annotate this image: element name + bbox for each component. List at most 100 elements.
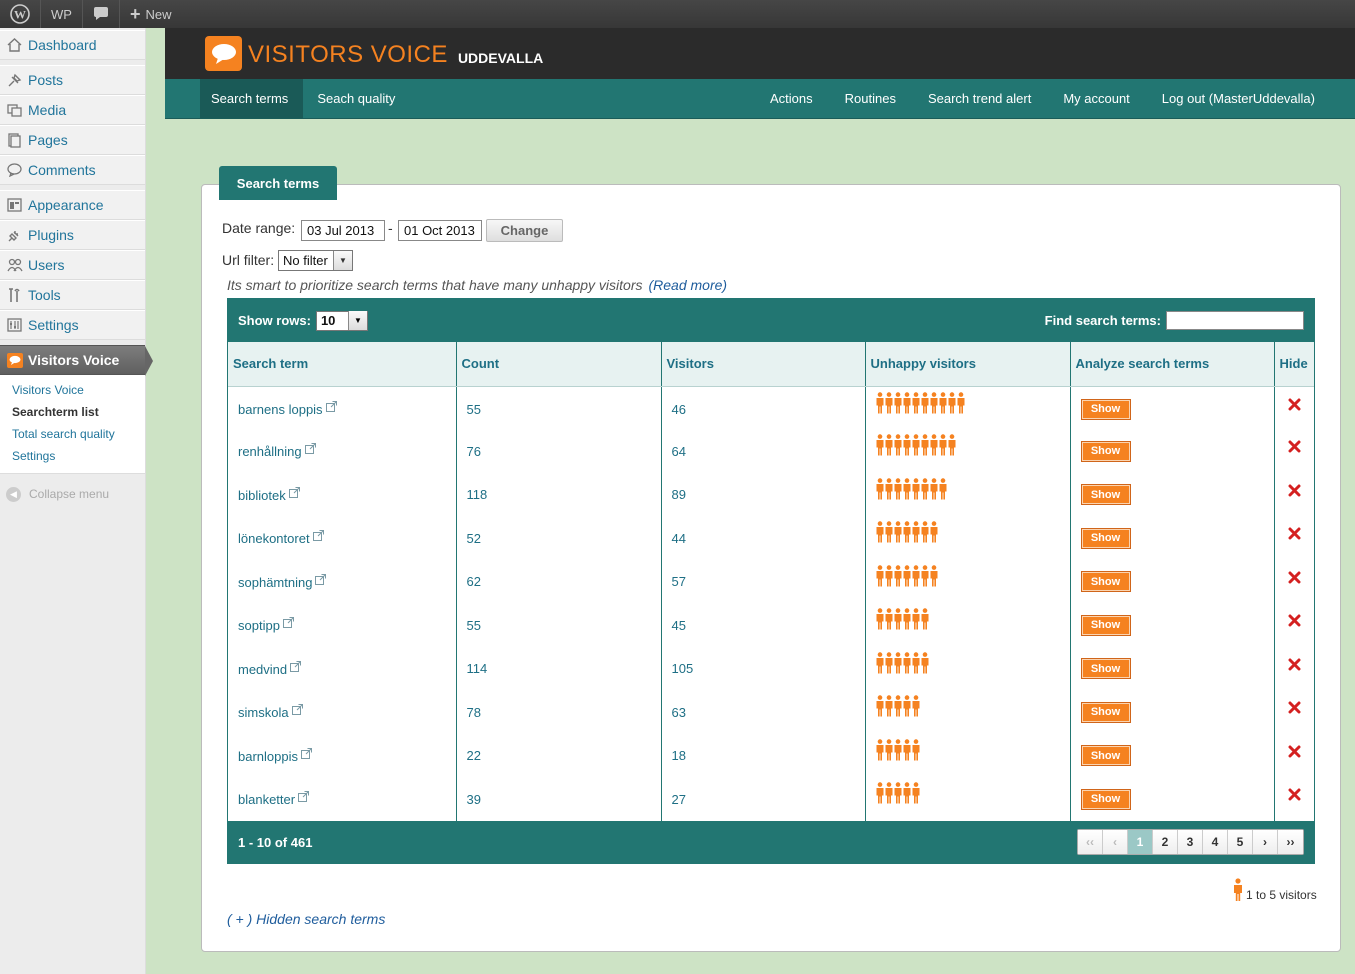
search-term[interactable]: lönekontoret	[238, 531, 310, 546]
sidebar-item-posts[interactable]: Posts	[0, 65, 145, 95]
page-button[interactable]: ›	[1253, 830, 1278, 854]
hide-cell[interactable]	[1274, 778, 1314, 822]
search-term-cell[interactable]: sophämtning	[228, 560, 457, 604]
plugin-nav: Search terms Seach quality Actions Routi…	[165, 79, 1355, 119]
sidebar-item-visitors-voice[interactable]: Visitors Voice	[0, 345, 153, 376]
nav-search-trend-alert[interactable]: Search trend alert	[912, 79, 1047, 118]
column-header-visitors[interactable]: Visitors	[661, 342, 866, 387]
hide-cell[interactable]	[1274, 473, 1314, 517]
legend-text: 1 to 5 visitors	[1246, 888, 1317, 902]
page-button[interactable]: ‹‹	[1078, 830, 1103, 854]
search-term-cell[interactable]: medvind	[228, 647, 457, 691]
nav-log-out[interactable]: Log out (MasterUddevalla)	[1146, 79, 1355, 118]
read-more-link[interactable]: (Read more)	[649, 277, 728, 293]
nav-routines[interactable]: Routines	[829, 79, 912, 118]
hide-cell[interactable]	[1274, 430, 1314, 474]
page-button[interactable]: 2	[1153, 830, 1178, 854]
close-icon	[1288, 398, 1301, 411]
collapse-menu-button[interactable]: ◀ Collapse menu	[0, 484, 145, 504]
search-term[interactable]: sophämtning	[238, 575, 312, 590]
show-button[interactable]: Show	[1080, 658, 1131, 680]
page-button[interactable]: ‹	[1103, 830, 1128, 854]
search-term-cell[interactable]: lönekontoret	[228, 516, 457, 560]
show-button[interactable]: Show	[1080, 527, 1131, 549]
show-button[interactable]: Show	[1080, 484, 1131, 506]
show-button[interactable]: Show	[1080, 745, 1131, 767]
column-header-unhappy-visitors[interactable]: Unhappy visitors	[865, 342, 1071, 387]
show-button[interactable]: Show	[1080, 571, 1131, 593]
column-header-search-term[interactable]: Search term	[228, 342, 457, 387]
table-row: barnens loppis 55 46 Show	[228, 386, 1314, 430]
search-term-cell[interactable]: barnloppis	[228, 734, 457, 778]
hide-cell[interactable]	[1274, 604, 1314, 648]
submenu-item-settings[interactable]: Settings	[0, 445, 145, 467]
search-term-cell[interactable]: renhållning	[228, 429, 457, 473]
show-button[interactable]: Show	[1080, 788, 1131, 810]
new-content-button[interactable]: + New	[120, 0, 182, 28]
sidebar-item-users[interactable]: Users	[0, 250, 145, 280]
url-filter-select[interactable]: No filter ▼	[278, 250, 353, 271]
show-rows-value: 10	[320, 313, 336, 328]
search-term[interactable]: barnens loppis	[238, 402, 323, 417]
date-to-input[interactable]: 01 Oct 2013	[398, 220, 482, 241]
sidebar-item-media[interactable]: Media	[0, 95, 145, 125]
search-term-cell[interactable]: soptipp	[228, 603, 457, 647]
comments-icon[interactable]	[83, 0, 120, 28]
search-term[interactable]: simskola	[238, 705, 289, 720]
show-button[interactable]: Show	[1080, 440, 1131, 462]
search-term[interactable]: blanketter	[238, 792, 295, 807]
search-term[interactable]: soptipp	[238, 618, 280, 633]
external-link-icon	[298, 791, 310, 803]
sidebar-item-comments[interactable]: Comments	[0, 155, 145, 185]
site-name-link[interactable]: WP	[41, 0, 83, 28]
wordpress-logo-icon[interactable]: W	[0, 0, 41, 28]
submenu-item-searchterm-list[interactable]: Searchterm list	[0, 401, 145, 423]
visitors-cell: 63	[661, 690, 866, 734]
nav-actions[interactable]: Actions	[754, 79, 829, 118]
sidebar-item-appearance[interactable]: Appearance	[0, 190, 145, 220]
collapse-menu-label: Collapse menu	[29, 487, 110, 501]
tab-search-terms[interactable]: Search terms	[200, 79, 304, 118]
submenu-item-visitors-voice[interactable]: Visitors Voice	[0, 379, 145, 401]
show-button[interactable]: Show	[1080, 614, 1131, 636]
sidebar-item-tools[interactable]: Tools	[0, 280, 145, 310]
find-search-terms-input[interactable]	[1166, 311, 1304, 330]
hide-cell[interactable]	[1274, 386, 1314, 430]
hide-cell[interactable]	[1274, 560, 1314, 604]
sidebar-item-dashboard[interactable]: Dashboard	[0, 30, 145, 60]
person-icon	[876, 608, 883, 630]
hide-cell[interactable]	[1274, 691, 1314, 735]
search-term[interactable]: renhållning	[238, 444, 302, 459]
sidebar-item-pages[interactable]: Pages	[0, 125, 145, 155]
external-link-icon	[288, 486, 300, 498]
table-row: medvind 114 105 Show	[228, 647, 1314, 691]
page-button[interactable]: 4	[1203, 830, 1228, 854]
page-button[interactable]: 1	[1128, 830, 1153, 854]
person-icon	[903, 652, 910, 674]
hidden-search-terms-link[interactable]: ( + ) Hidden search terms	[227, 911, 385, 927]
tab-seach-quality[interactable]: Seach quality	[303, 79, 409, 118]
show-button[interactable]: Show	[1080, 701, 1131, 723]
date-from-input[interactable]: 03 Jul 2013	[301, 220, 385, 241]
hide-cell[interactable]	[1274, 734, 1314, 778]
sidebar-item-plugins[interactable]: Plugins	[0, 220, 145, 250]
page-button[interactable]: 5	[1228, 830, 1253, 854]
column-header-count[interactable]: Count	[456, 342, 662, 387]
submenu-item-total-search-quality[interactable]: Total search quality	[0, 423, 145, 445]
search-term[interactable]: bibliotek	[238, 488, 286, 503]
hide-cell[interactable]	[1274, 647, 1314, 691]
show-button[interactable]: Show	[1080, 398, 1131, 420]
nav-my-account[interactable]: My account	[1047, 79, 1145, 118]
search-term-cell[interactable]: bibliotek	[228, 473, 457, 517]
search-term-cell[interactable]: blanketter	[228, 777, 457, 821]
search-term[interactable]: barnloppis	[238, 749, 298, 764]
search-term-cell[interactable]: barnens loppis	[228, 386, 457, 430]
page-button[interactable]: 3	[1178, 830, 1203, 854]
show-rows-select[interactable]: 10 ▼	[315, 310, 368, 331]
search-term[interactable]: medvind	[238, 662, 287, 677]
hide-cell[interactable]	[1274, 517, 1314, 561]
sidebar-item-settings[interactable]: Settings	[0, 310, 145, 340]
change-button[interactable]: Change	[486, 219, 563, 242]
page-button[interactable]: ››	[1278, 830, 1303, 854]
search-term-cell[interactable]: simskola	[228, 690, 457, 734]
